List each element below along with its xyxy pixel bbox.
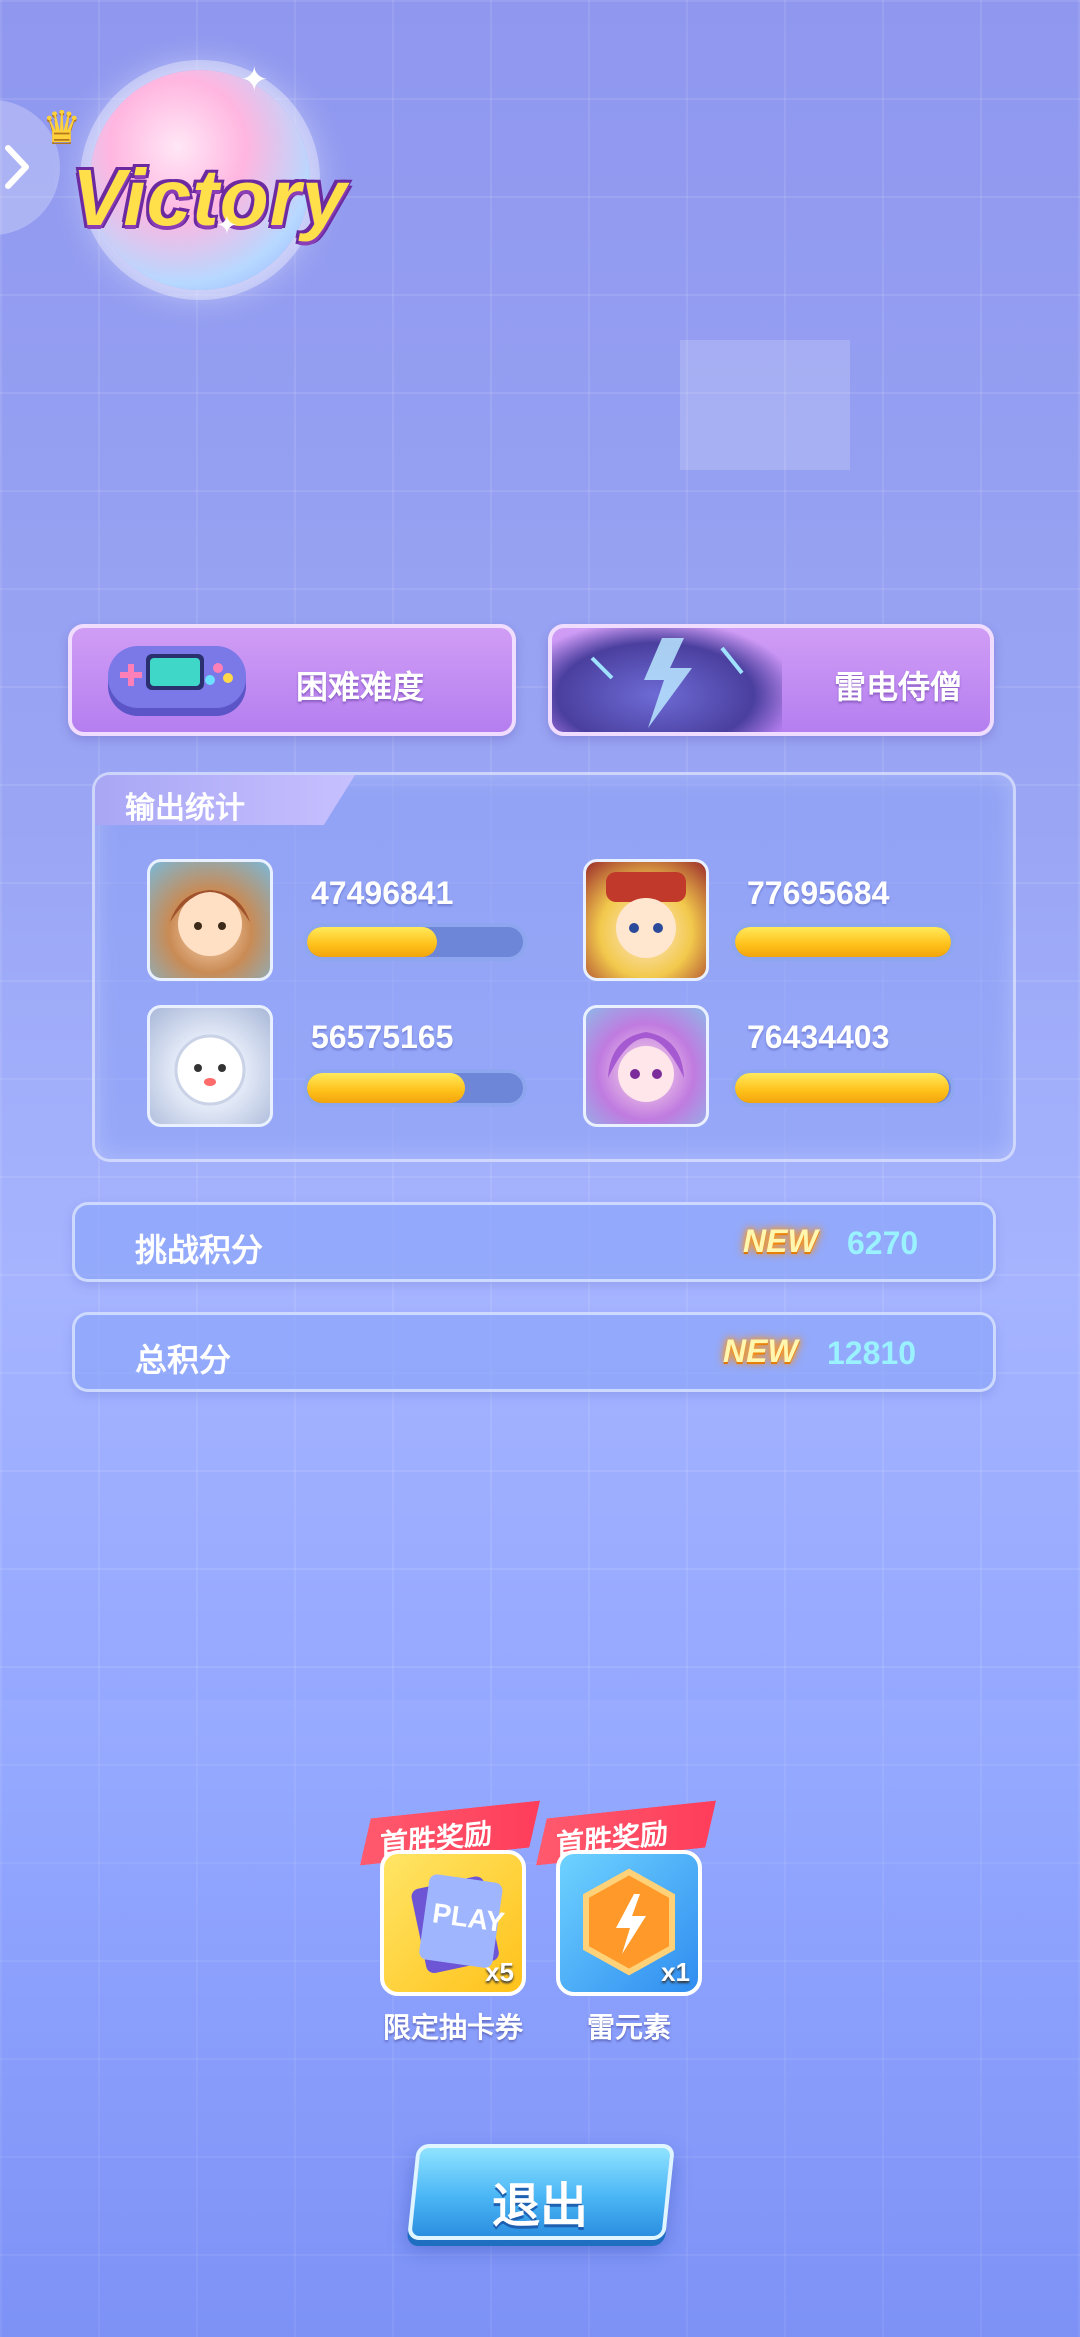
new-badge: NEW — [743, 1223, 818, 1259]
hero-score-1: 47496841 — [311, 875, 454, 911]
sparkle-icon: ✦ — [216, 210, 238, 240]
challenge-score-value: 6270 — [847, 1225, 919, 1261]
hero-score-4: 76434403 — [747, 1019, 890, 1055]
play-ticket-icon: PLAY x5 — [380, 1850, 526, 1996]
hero-bar-fill — [735, 927, 951, 957]
hero-avatar-3 — [147, 1005, 277, 1131]
lightning-icon — [590, 638, 744, 728]
hero-portrait-icon — [606, 872, 686, 958]
hero-bar-fill — [735, 1073, 949, 1103]
hero-bar-1 — [303, 923, 527, 961]
hero-bar-3 — [303, 1069, 527, 1107]
hero-portrait-icon — [608, 1032, 684, 1102]
difficulty-card: 困难难度 — [68, 624, 516, 736]
hero-portrait-icon — [170, 890, 250, 956]
boss-card: 雷电侍僧 — [548, 624, 994, 736]
hero-avatar-2 — [583, 859, 713, 985]
stats-panel: 输出统计 47496841 77695684 56575165 76434403 — [92, 772, 1016, 1162]
gamepad-icon — [108, 646, 246, 716]
reward-name: 限定抽卡券 — [382, 2012, 523, 2043]
reward-name: 雷元素 — [586, 2012, 671, 2043]
hero-portrait-icon — [174, 1034, 246, 1106]
stats-title-tab: 输出统计 — [95, 775, 355, 825]
hero-avatar-4 — [583, 1005, 713, 1131]
exit-label: 退出 — [492, 2180, 589, 2233]
total-score-label: 总积分 — [135, 1342, 232, 1378]
thunder-element-icon: x1 — [556, 1850, 702, 1996]
background-glow — [680, 340, 850, 470]
chevron-right-icon — [5, 145, 29, 189]
hero-score-3: 56575165 — [311, 1019, 454, 1055]
hero-bar-fill — [307, 1073, 465, 1103]
stats-title: 输出统计 — [125, 792, 245, 825]
challenge-score-row: 挑战积分 NEW 6270 — [72, 1202, 996, 1282]
hero-bar-4 — [731, 1069, 955, 1107]
boss-label: 雷电侍僧 — [834, 669, 963, 705]
exit-button[interactable]: 退出 — [406, 2144, 676, 2240]
hero-score-2: 77695684 — [747, 875, 890, 911]
sparkle-icon: ✦ — [240, 61, 269, 99]
total-score-row: 总积分 NEW 12810 — [72, 1312, 996, 1392]
reward-qty: x5 — [485, 1957, 514, 1987]
victory-badge: ♛ Victory ✦ ✦ — [40, 60, 360, 320]
new-badge: NEW — [723, 1333, 798, 1369]
reward-qty: x1 — [661, 1957, 690, 1987]
victory-title: Victory — [72, 153, 348, 242]
total-score-value: 12810 — [827, 1335, 916, 1371]
hero-bar-2 — [731, 923, 955, 961]
hero-bar-fill — [307, 927, 437, 957]
difficulty-label: 困难难度 — [296, 669, 425, 705]
crown-icon: ♛ — [42, 103, 82, 152]
boss-portrait — [552, 628, 782, 732]
hero-avatar-1 — [147, 859, 277, 985]
challenge-score-label: 挑战积分 — [135, 1232, 264, 1268]
